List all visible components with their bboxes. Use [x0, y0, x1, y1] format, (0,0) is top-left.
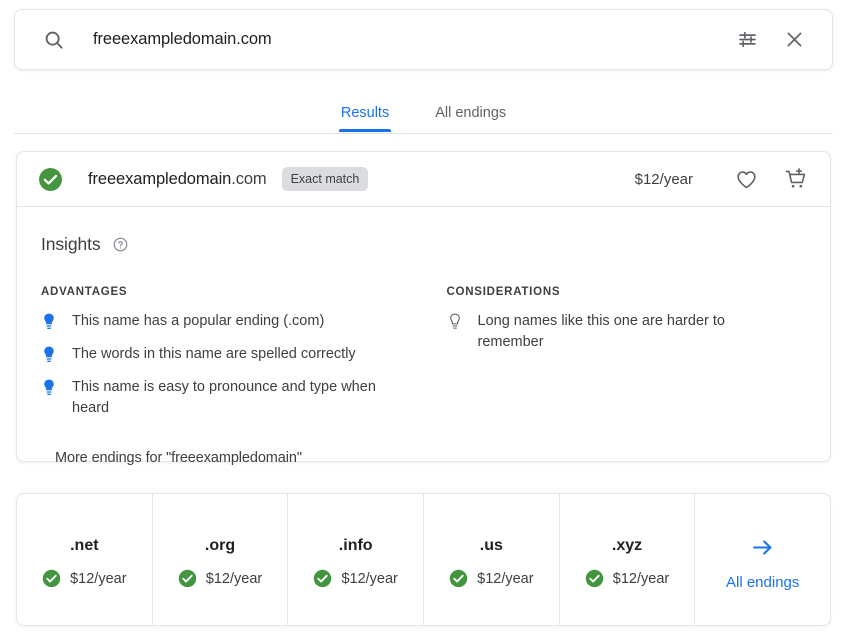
check-circle-icon	[178, 569, 197, 588]
ending-cell-info[interactable]: .info $12/year	[288, 494, 424, 625]
ending-cell-org[interactable]: .org $12/year	[153, 494, 289, 625]
domain-price: $12/year	[635, 171, 693, 188]
check-circle-icon	[585, 569, 604, 588]
list-item: This name is easy to pronounce and type …	[41, 377, 404, 419]
ending-price-row: $12/year	[42, 569, 126, 588]
considerations-label: CONSIDERATIONS	[447, 286, 787, 298]
add-to-cart-icon[interactable]	[784, 167, 808, 191]
tabs-divider	[14, 133, 833, 134]
list-item: This name has a popular ending (.com)	[41, 311, 404, 332]
ending-cell-us[interactable]: .us $12/year	[424, 494, 560, 625]
tab-all-endings[interactable]: All endings	[433, 96, 508, 132]
ending-price: $12/year	[70, 571, 126, 587]
ending-price-row: $12/year	[585, 569, 669, 588]
endings-grid: .net $12/year .org $12/year .info	[16, 493, 831, 626]
lightbulb-filled-icon	[41, 311, 57, 330]
tab-results[interactable]: Results	[339, 96, 391, 132]
advantage-text: The words in this name are spelled corre…	[72, 344, 356, 365]
insights-title: Insights	[41, 234, 101, 255]
ending-tld: .us	[480, 537, 503, 555]
ending-tld: .org	[205, 537, 235, 555]
ending-cell-xyz[interactable]: .xyz $12/year	[560, 494, 696, 625]
ending-tld: .info	[339, 537, 373, 555]
ending-price-row: $12/year	[313, 569, 397, 588]
help-circle-icon[interactable]	[113, 237, 128, 252]
advantages-column: ADVANTAGES This name has a popular endin…	[41, 286, 424, 431]
close-icon[interactable]	[784, 29, 805, 50]
insights-columns: ADVANTAGES This name has a popular endin…	[41, 286, 806, 431]
ending-price: $12/year	[206, 571, 262, 587]
check-circle-icon	[38, 167, 63, 192]
domain-tld: .com	[231, 170, 266, 188]
all-endings-cell[interactable]: All endings	[695, 494, 830, 625]
result-card: freeexampledomain.com Exact match $12/ye…	[16, 151, 831, 462]
advantage-text: This name is easy to pronounce and type …	[72, 377, 392, 419]
advantage-text: This name has a popular ending (.com)	[72, 311, 324, 332]
ending-price: $12/year	[613, 571, 669, 587]
lightbulb-outline-icon	[447, 311, 463, 330]
lightbulb-filled-icon	[41, 377, 57, 396]
list-item: Long names like this one are harder to r…	[447, 311, 787, 353]
advantages-label: ADVANTAGES	[41, 286, 404, 298]
domain-name: freeexampledomain.com	[88, 170, 267, 189]
considerations-column: CONSIDERATIONS Long names like this one …	[424, 286, 807, 431]
ending-cell-net[interactable]: .net $12/year	[17, 494, 153, 625]
search-icon	[15, 29, 93, 51]
consideration-text: Long names like this one are harder to r…	[478, 311, 787, 353]
check-circle-icon	[449, 569, 468, 588]
check-circle-icon	[42, 569, 61, 588]
search-input[interactable]	[93, 30, 737, 49]
ending-tld: .net	[70, 537, 98, 555]
insights-header: Insights	[41, 234, 806, 255]
check-circle-icon	[313, 569, 332, 588]
domain-sld: freeexampledomain	[88, 170, 231, 188]
tab-bar: Results All endings	[0, 96, 847, 133]
row-actions	[735, 167, 808, 191]
ending-price-row: $12/year	[178, 569, 262, 588]
ending-price-row: $12/year	[449, 569, 533, 588]
arrow-right-icon	[750, 535, 775, 560]
ending-price: $12/year	[477, 571, 533, 587]
search-bar[interactable]	[14, 9, 833, 70]
heart-icon[interactable]	[735, 168, 758, 191]
ending-price: $12/year	[341, 571, 397, 587]
status-badge: Exact match	[282, 167, 369, 191]
more-endings-title: More endings for "freeexampledomain"	[55, 450, 302, 466]
insights-section: Insights ADVANTAGES	[17, 207, 830, 461]
lightbulb-filled-icon	[41, 344, 57, 363]
all-endings-label: All endings	[726, 574, 799, 591]
list-item: The words in this name are spelled corre…	[41, 344, 404, 365]
tune-filter-icon[interactable]	[737, 29, 758, 50]
domain-result-row[interactable]: freeexampledomain.com Exact match $12/ye…	[17, 152, 830, 206]
ending-tld: .xyz	[612, 537, 642, 555]
